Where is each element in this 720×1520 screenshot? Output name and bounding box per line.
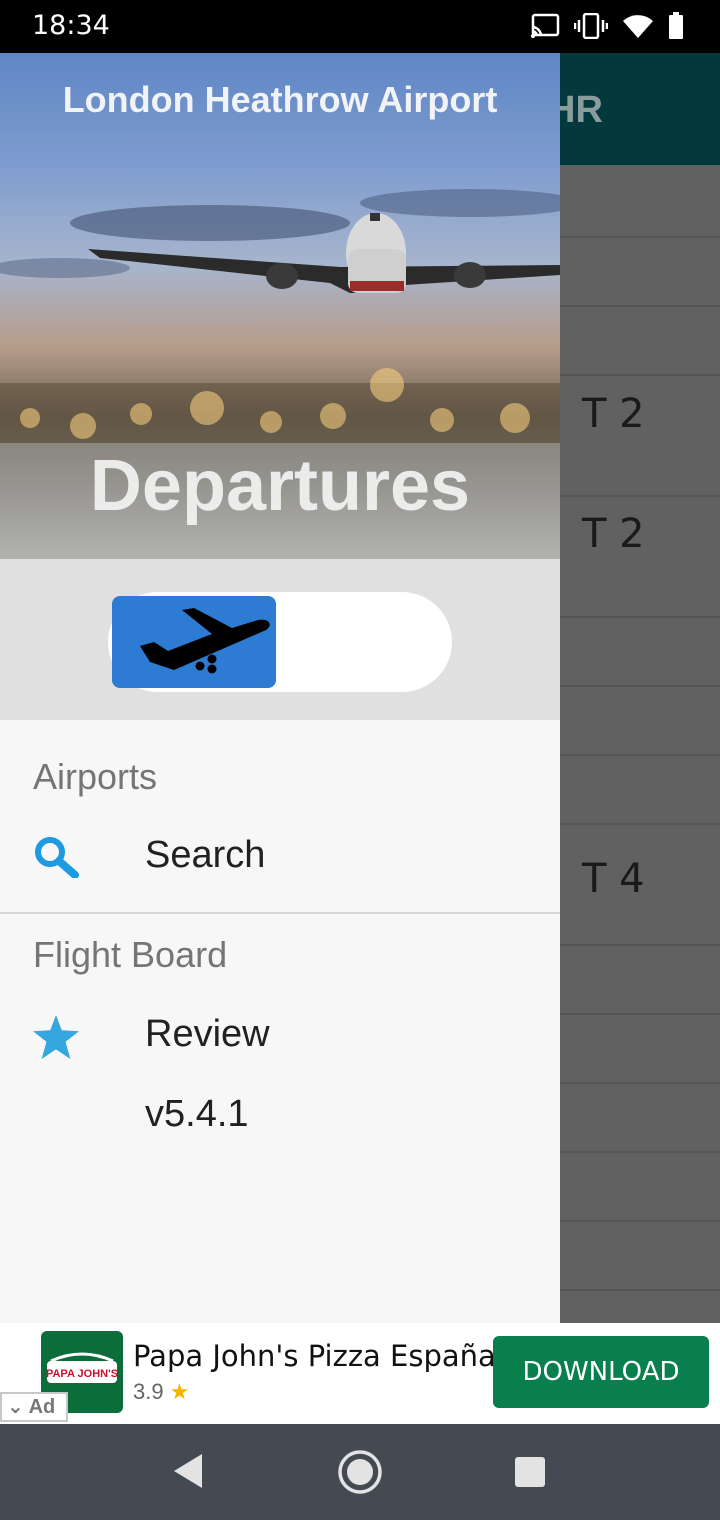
menu-item-label: Review (145, 1013, 270, 1055)
background-terminal-label: T 2 (582, 511, 645, 557)
background-row (560, 1084, 720, 1153)
ad-badge-label: Ad (28, 1396, 56, 1418)
airport-title: London Heathrow Airport (62, 79, 498, 120)
menu-item-search[interactable]: Search (0, 822, 560, 892)
advertiser-logo-text: PAPA JOHN'S (46, 1368, 118, 1380)
rating-star-icon: ★ (169, 1379, 190, 1404)
menu-item-label: Search (145, 834, 266, 876)
background-terminal-label: T 2 (582, 391, 645, 437)
ad-choices-badge[interactable]: ⌄ Ad (0, 1392, 68, 1422)
background-terminal-label: T 4 (582, 856, 645, 902)
navigation-drawer: London Heathrow Airport Departures Airpo… (0, 53, 560, 1323)
background-row (560, 946, 720, 1015)
wifi-icon (622, 13, 654, 39)
status-icons (530, 12, 684, 40)
toggle-thumb[interactable] (112, 596, 276, 688)
star-icon (33, 1015, 79, 1064)
drawer-header: London Heathrow Airport Departures (0, 53, 560, 559)
back-icon[interactable] (170, 1452, 204, 1495)
download-button[interactable]: DOWNLOAD (493, 1336, 709, 1408)
version-label: v5.4.1 (145, 1093, 249, 1135)
ad-rating-value: 3.9 (133, 1379, 164, 1404)
board-type-title: Departures (89, 446, 471, 526)
recents-icon[interactable] (513, 1455, 547, 1494)
chevron-down-icon: ⌄ (7, 1396, 24, 1418)
departure-plane-icon (140, 608, 270, 674)
section-header-flight-board: Flight Board (33, 934, 228, 975)
menu-item-version[interactable]: v5.4.1 (0, 1081, 560, 1151)
home-icon[interactable] (337, 1449, 383, 1500)
background-row (560, 165, 720, 238)
board-toggle-area (0, 559, 560, 720)
background-row (560, 687, 720, 756)
background-row (560, 618, 720, 687)
background-row (560, 1153, 720, 1222)
background-row (560, 756, 720, 825)
menu-item-review[interactable]: Review (0, 1001, 560, 1071)
section-header-airports: Airports (33, 756, 158, 797)
search-icon (33, 836, 79, 883)
battery-icon (668, 12, 684, 40)
ad-rating: 3.9 ★ (133, 1379, 189, 1405)
background-row (560, 1222, 720, 1291)
status-bar: 18:34 (0, 0, 720, 53)
background-row (560, 1015, 720, 1084)
ad-banner[interactable]: PAPA JOHN'S Papa John's Pizza España 3.9… (0, 1323, 720, 1424)
status-time: 18:34 (32, 10, 110, 41)
ad-title[interactable]: Papa John's Pizza España (133, 1339, 496, 1373)
background-row (560, 307, 720, 376)
system-navigation-bar (0, 1424, 720, 1520)
drawer-divider (0, 912, 560, 914)
cast-icon (530, 13, 560, 39)
vibrate-icon (574, 13, 608, 39)
background-row (560, 238, 720, 307)
